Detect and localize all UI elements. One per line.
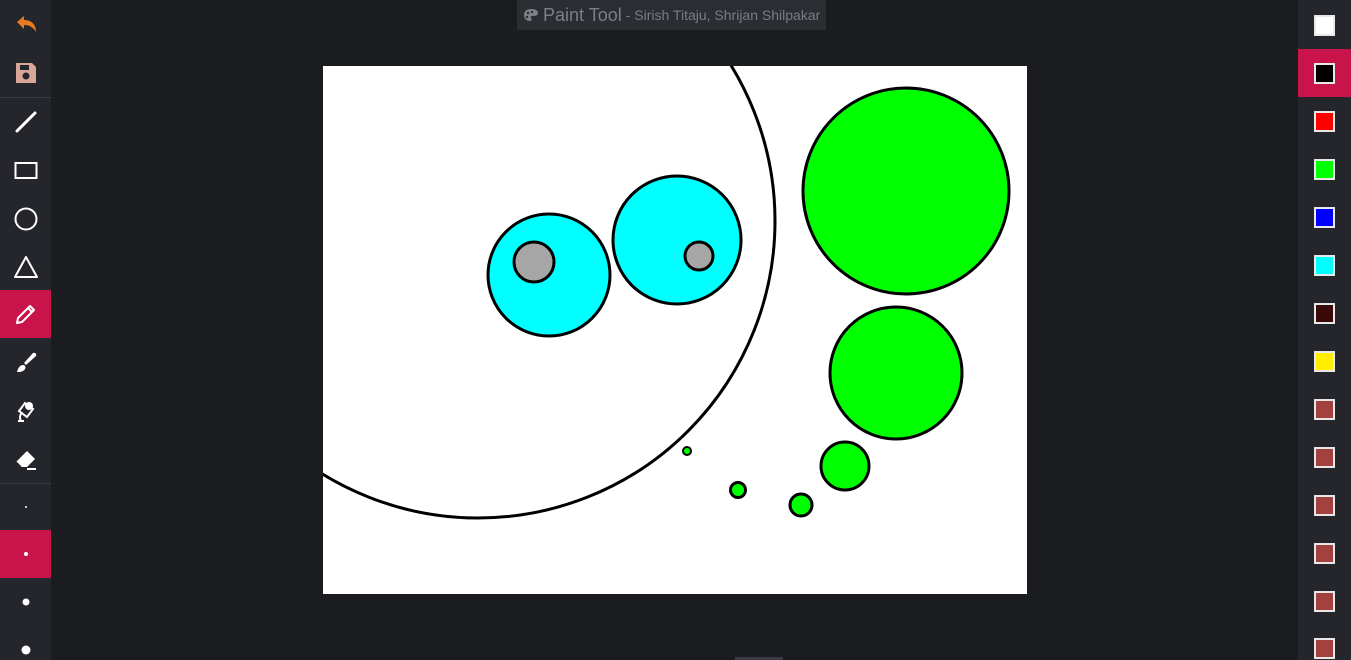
color-swatch-dark-brown[interactable] [1298,289,1351,337]
canvas-drawing [323,66,1011,520]
rectangle-icon [14,162,37,179]
circle-icon [14,207,37,231]
color-swatch-custom[interactable] [1298,433,1351,481]
dot-icon [21,645,30,655]
dot-icon [24,506,27,508]
eraser-tool[interactable] [0,435,51,483]
color-swatch-blue[interactable] [1298,193,1351,241]
swatch [1314,62,1335,84]
color-swatch-red[interactable] [1298,97,1351,145]
app-title-bar: Paint Tool - Sirish Titaju, Shrijan Shil… [517,0,827,30]
swatch [1314,206,1335,228]
swatch [1314,254,1335,276]
green-circle [819,440,871,492]
green-circle [788,492,814,518]
swatch [1314,542,1335,564]
paint-app: Paint Tool - Sirish Titaju, Shrijan Shil… [0,0,1351,660]
app-subtitle: - Sirish Titaju, Shrijan Shilpakar [625,7,821,23]
color-swatch-cyan[interactable] [1298,241,1351,289]
left-toolbar [0,0,51,660]
brush-size-3[interactable] [0,578,51,626]
swatch [1314,110,1335,132]
color-swatch-green[interactable] [1298,145,1351,193]
app-title: Paint Tool [543,4,622,25]
green-circle [801,86,1011,296]
rectangle-tool[interactable] [0,147,51,195]
swatch [1314,350,1335,372]
dot-icon [22,598,29,606]
swatch [1314,494,1335,516]
swatch [1314,637,1335,659]
circle-tool[interactable] [0,195,51,243]
drawing-canvas[interactable] [323,66,1027,594]
paint-bucket-tool[interactable] [0,387,51,435]
line-tool[interactable] [0,98,51,146]
swatch [1314,158,1335,180]
color-swatch-yellow[interactable] [1298,337,1351,385]
paint-bucket-icon [17,401,34,422]
brush-size-2[interactable] [0,530,51,578]
save-button[interactable] [0,49,51,97]
color-palette [1298,0,1351,660]
triangle-tool[interactable] [0,243,51,291]
green-circle [682,446,692,456]
palette-icon [524,9,538,21]
triangle-icon [13,256,38,278]
color-swatch-white[interactable] [1298,1,1351,49]
line-icon [15,111,36,133]
swatch [1314,14,1335,36]
brush-size-1[interactable] [0,483,51,531]
color-swatch-custom[interactable] [1298,481,1351,529]
green-circle [729,481,747,499]
swatch [1314,590,1335,612]
pencil-icon [15,305,35,324]
undo-icon [16,16,36,32]
color-swatch-custom[interactable] [1298,577,1351,625]
save-icon [15,63,36,83]
eraser-icon [14,451,36,470]
brush-size-4[interactable] [0,626,51,660]
gray-circle [683,240,715,272]
cyan-circle [611,174,743,306]
color-swatch-custom[interactable] [1298,385,1351,433]
brush-tool[interactable] [0,339,51,387]
green-circle [828,305,964,441]
color-swatch-black[interactable] [1298,49,1351,97]
swatch [1314,302,1335,324]
swatch [1314,398,1335,420]
undo-button[interactable] [0,1,51,49]
swatch [1314,446,1335,468]
pencil-tool[interactable] [0,290,51,338]
color-swatch-custom[interactable] [1298,529,1351,577]
color-swatch-custom[interactable] [1298,624,1351,660]
dot-icon [23,552,28,556]
brush-icon [16,352,36,372]
gray-circle [512,240,556,284]
